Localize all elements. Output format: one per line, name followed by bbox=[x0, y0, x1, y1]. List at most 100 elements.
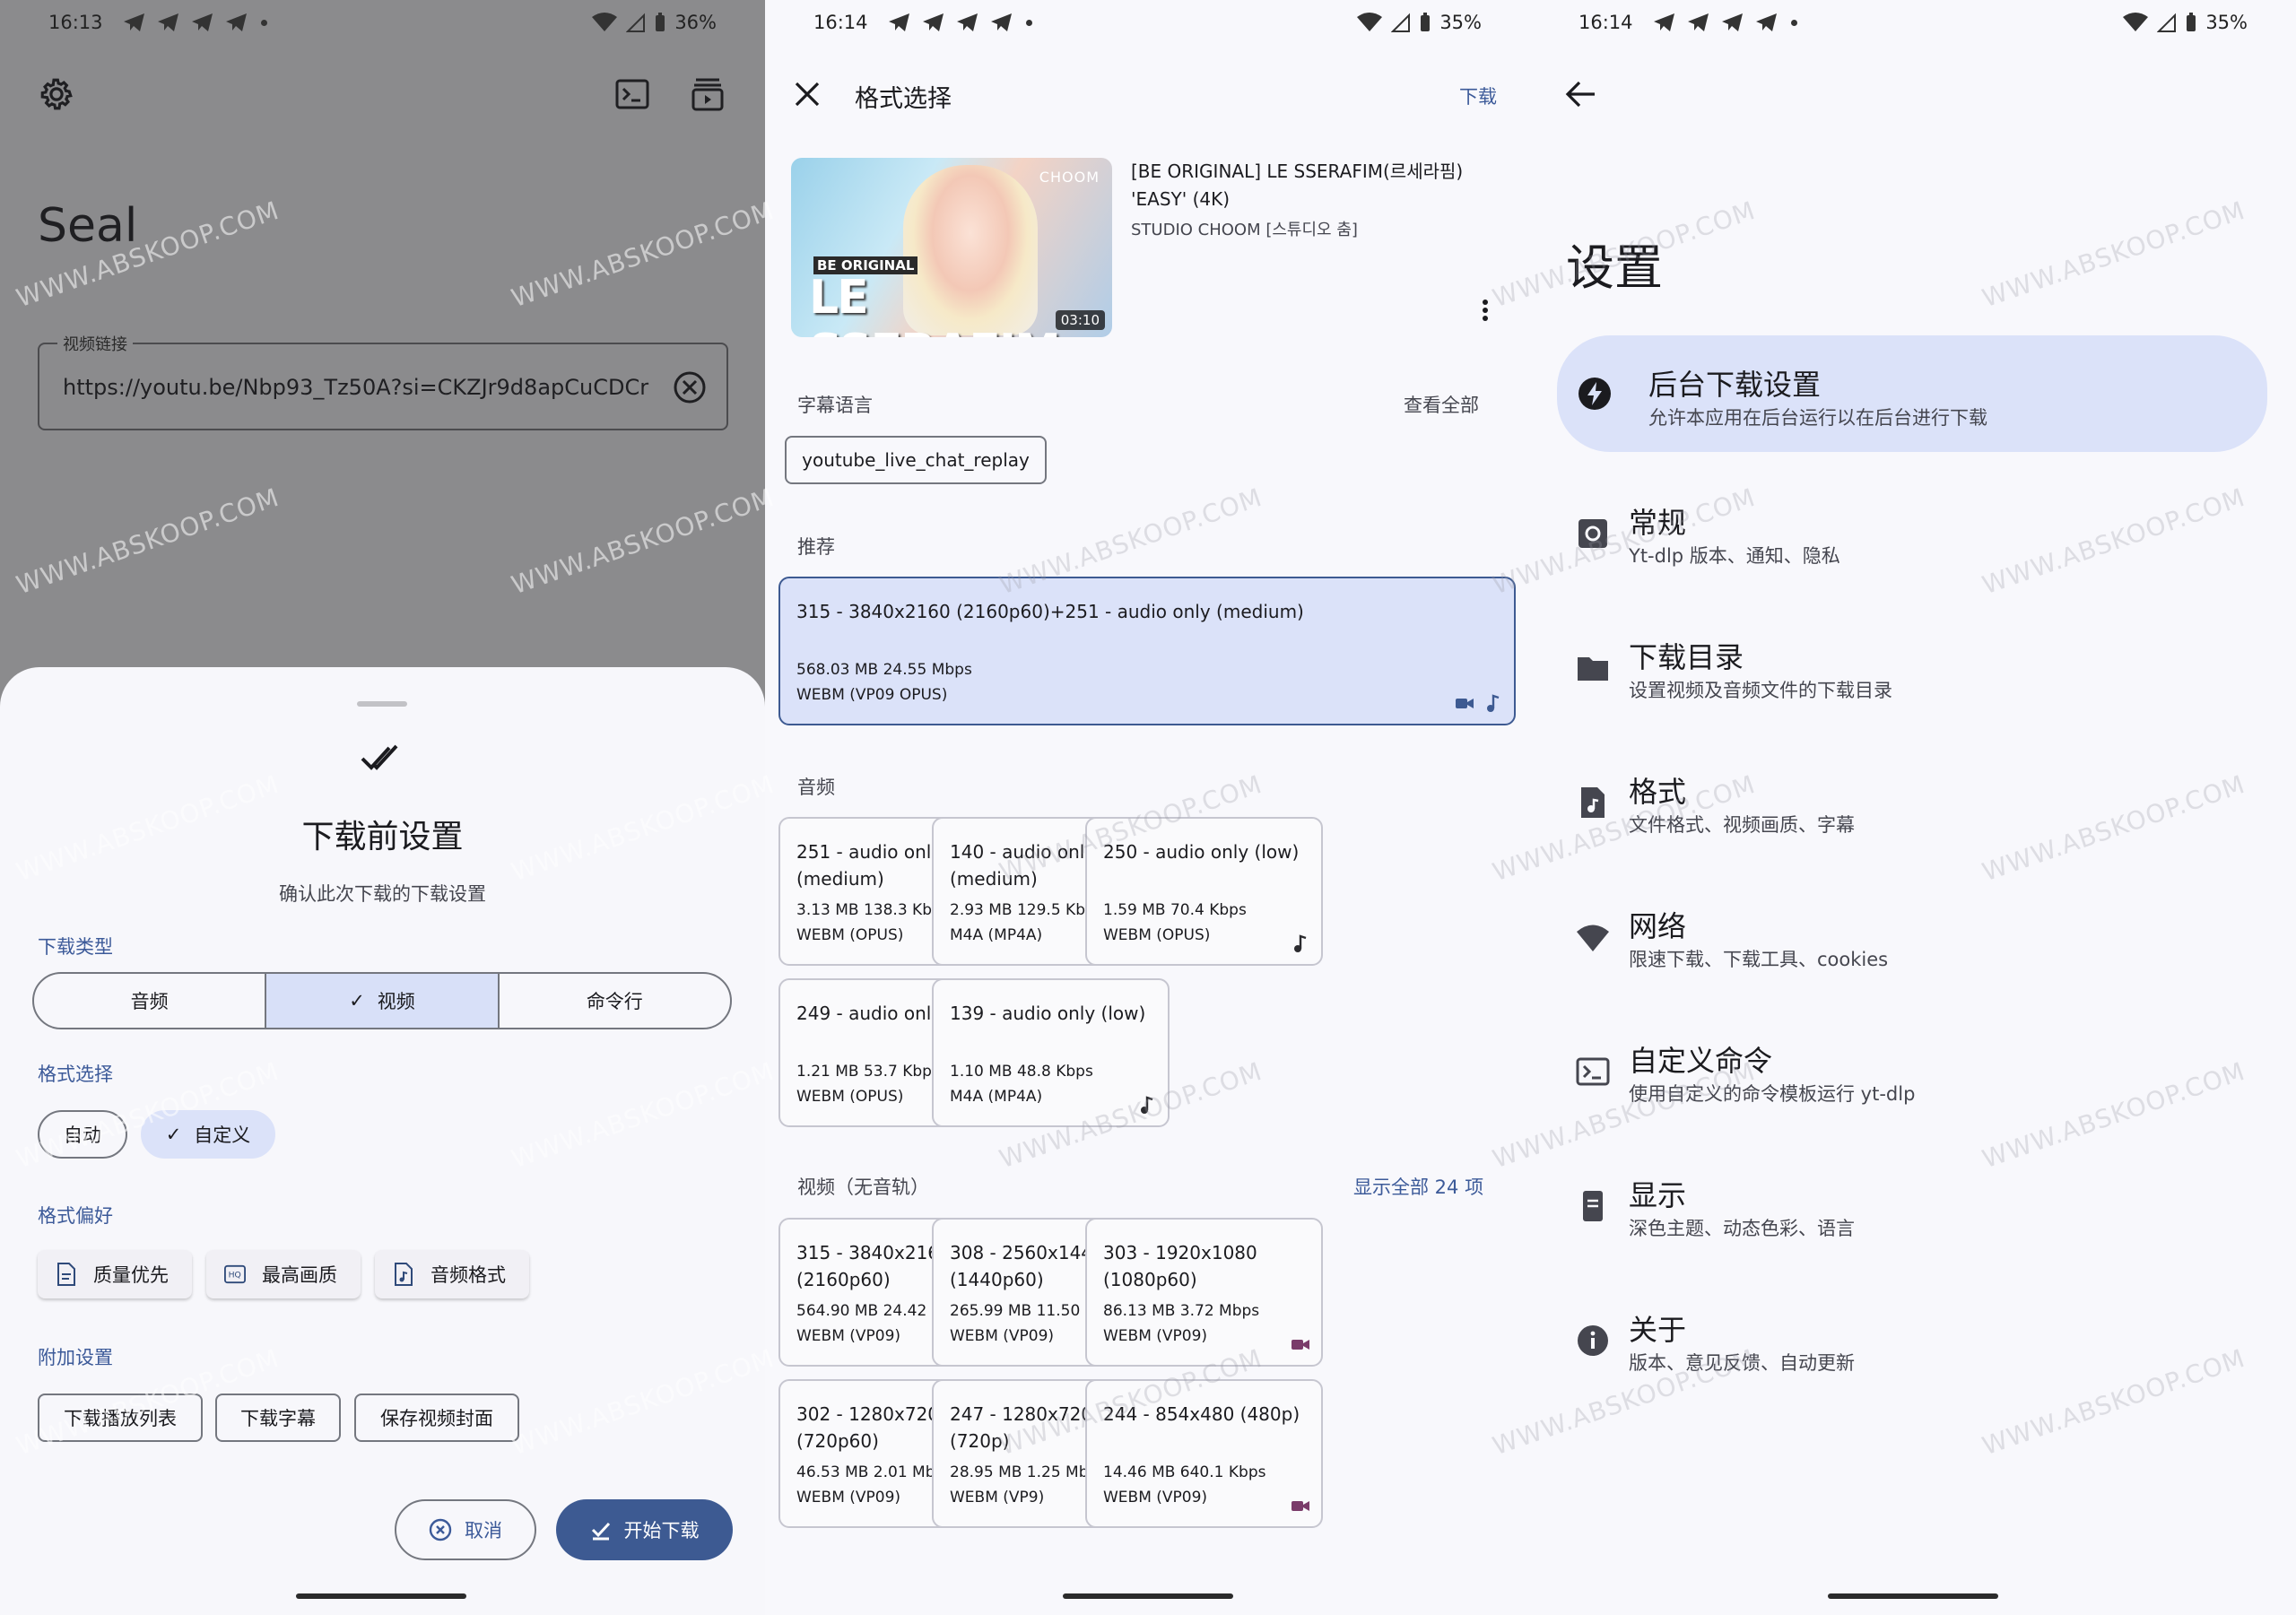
audio-format-chip[interactable]: 音频格式 bbox=[375, 1250, 529, 1298]
url-value[interactable]: https://youtu.be/Nbp93_Tz50A?si=CKZJr9d8… bbox=[63, 375, 648, 400]
format-title: 303 - 1920x1080 (1080p60) bbox=[1103, 1242, 1257, 1290]
settings-item[interactable]: 下载目录 设置视频及音频文件的下载目录 bbox=[1566, 615, 2264, 721]
close-icon[interactable] bbox=[792, 79, 822, 109]
telegram-notification-icons bbox=[888, 13, 1013, 32]
format-codec: WEBM (VP09 OPUS) bbox=[796, 686, 948, 704]
download-playlist-chip[interactable]: 下载播放列表 bbox=[38, 1394, 203, 1442]
settings-item-description: 版本、意见反馈、自动更新 bbox=[1629, 1352, 1855, 1374]
status-time: 16:13 bbox=[48, 12, 103, 33]
settings-item-description: 深色主题、动态色彩、语言 bbox=[1629, 1218, 1855, 1239]
more-vert-icon[interactable] bbox=[1480, 299, 1491, 322]
settings-item-title: 关于 bbox=[1629, 1313, 1687, 1347]
home-screen: 16:13 36% Seal 视频链接 https://youtu.be/Nbp… bbox=[0, 0, 765, 1615]
start-download-button[interactable]: 开始下载 bbox=[556, 1499, 733, 1560]
sheet-title: 下载前设置 bbox=[301, 819, 464, 855]
wifi-status-icon bbox=[1357, 13, 1383, 31]
terminal-icon bbox=[1575, 1054, 1611, 1090]
show-all-link[interactable]: 显示全部 24 项 bbox=[1353, 1173, 1483, 1200]
format-title: 139 - audio only (low) bbox=[950, 1003, 1146, 1024]
download-subtitles-chip[interactable]: 下载字幕 bbox=[215, 1394, 341, 1442]
battery-level: 35% bbox=[1439, 12, 1482, 33]
app-title: Seal bbox=[38, 199, 138, 253]
format-type-icons bbox=[1291, 1334, 1310, 1354]
format-codec: WEBM (OPUS) bbox=[796, 1088, 904, 1106]
video-author: STUDIO CHOOM [스튜디오 춤] bbox=[1131, 221, 1358, 239]
format-title: 315 - 3840x2160 (2160p60)+251 - audio on… bbox=[796, 601, 1304, 622]
save-thumbnail-chip[interactable]: 保存视频封面 bbox=[354, 1394, 519, 1442]
settings-item[interactable]: 关于版本、意见反馈、自动更新 bbox=[1566, 1288, 2264, 1394]
terminal-icon[interactable] bbox=[615, 79, 649, 109]
pre-download-sheet: 下载前设置 确认此次下载的下载设置 下载类型 音频 ✓ 视频 命令行 格式选择 自… bbox=[0, 667, 765, 1615]
format-type-icons bbox=[1455, 693, 1503, 713]
format-auto-chip[interactable]: 自动 bbox=[38, 1110, 127, 1159]
videocam-icon bbox=[1292, 1340, 1309, 1350]
type-video-label: 视频 bbox=[377, 991, 415, 1012]
video-format-card[interactable]: 244 - 854x480 (480p) 14.46 MB 640.1 Kbps W… bbox=[1085, 1379, 1323, 1528]
format-selection-screen: 16:14 35% 格式选择 下载 CHOOM BE ORIGINAL LE S… bbox=[765, 0, 1530, 1615]
arrow-back-icon[interactable] bbox=[1564, 79, 1596, 109]
clear-icon[interactable] bbox=[673, 370, 707, 404]
status-bar: 16:14 35% bbox=[765, 0, 1530, 45]
music-note-icon bbox=[1294, 934, 1307, 952]
best-quality-label: 最高画质 bbox=[262, 1264, 337, 1286]
hq-icon: HQ bbox=[224, 1264, 246, 1284]
download-queue-icon[interactable] bbox=[691, 77, 725, 111]
format-codec: WEBM (VP09) bbox=[1103, 1327, 1208, 1345]
status-bar: 16:13 36% bbox=[0, 0, 765, 45]
download-type-label: 下载类型 bbox=[38, 936, 113, 958]
audio-file-icon bbox=[395, 1263, 413, 1286]
extra-settings-label: 附加设置 bbox=[38, 1347, 113, 1368]
document-icon bbox=[57, 1263, 75, 1286]
format-pref-label: 格式偏好 bbox=[38, 1205, 113, 1227]
settings-item-description: 限速下载、下载工具、cookies bbox=[1629, 949, 1889, 970]
format-size: 14.46 MB 640.1 Kbps bbox=[1103, 1463, 1266, 1481]
battery-icon bbox=[2187, 13, 2196, 31]
videocam-icon bbox=[1456, 699, 1474, 708]
page-title: 设置 bbox=[1566, 239, 1663, 296]
type-command-option[interactable]: 命令行 bbox=[500, 974, 730, 1028]
format-custom-chip[interactable]: ✓ 自定义 bbox=[141, 1110, 275, 1159]
settings-item[interactable]: 常规 Yt-dlp 版本、通知、隐私 bbox=[1566, 481, 2264, 586]
status-right: 35% bbox=[1357, 12, 1482, 33]
settings-item[interactable]: 自定义命令 使用自定义的命令模板运行 yt-dlp bbox=[1566, 1019, 2264, 1124]
cancel-button[interactable]: 取消 bbox=[395, 1499, 536, 1560]
recommended-format-card[interactable]: 315 - 3840x2160 (2160p60)+251 - audio on… bbox=[778, 577, 1516, 725]
start-download-label: 开始下载 bbox=[623, 1520, 700, 1541]
signal-icon bbox=[1391, 13, 1411, 32]
quality-first-label: 质量优先 bbox=[93, 1264, 169, 1286]
download-type-segmented: 音频 ✓ 视频 命令行 bbox=[32, 972, 732, 1029]
format-size: 46.53 MB 2.01 Mbps bbox=[796, 1463, 953, 1481]
settings-item[interactable]: 显示深色主题、动态色彩、语言 bbox=[1566, 1153, 2264, 1259]
video-thumbnail[interactable]: CHOOM BE ORIGINAL LE SSERAFIM 03:10 bbox=[791, 158, 1112, 337]
format-size: 2.93 MB 129.5 Kbps bbox=[950, 901, 1103, 919]
format-size: 1.59 MB 70.4 Kbps bbox=[1103, 901, 1247, 919]
settings-item[interactable]: 后台下载设置 允许本应用在后台运行以在后台进行下载 bbox=[1557, 335, 2267, 452]
battery-icon bbox=[1421, 13, 1431, 31]
drag-handle[interactable] bbox=[357, 701, 407, 707]
best-quality-chip[interactable]: HQ 最高画质 bbox=[206, 1250, 361, 1298]
settings-item-description: 使用自定义的命令模板运行 yt-dlp bbox=[1629, 1083, 1916, 1105]
format-custom-label: 自定义 bbox=[194, 1124, 251, 1146]
format-type-icons bbox=[1291, 1496, 1310, 1515]
settings-item[interactable]: 网络 限速下载、下载工具、cookies bbox=[1566, 884, 2264, 990]
video-format-card[interactable]: 303 - 1920x1080 (1080p60) 86.13 MB 3.72 M… bbox=[1085, 1218, 1323, 1367]
audio-format-card[interactable]: 139 - audio only (low) 1.10 MB 48.8 Kbps M… bbox=[932, 978, 1170, 1127]
type-video-option[interactable]: ✓ 视频 bbox=[266, 974, 500, 1028]
view-all-link[interactable]: 查看全部 bbox=[1404, 391, 1479, 418]
download-action[interactable]: 下载 bbox=[1459, 82, 1497, 109]
video-url-input[interactable]: 视频链接 https://youtu.be/Nbp93_Tz50A?si=CKZ… bbox=[38, 332, 728, 430]
subtitle-chip[interactable]: youtube_live_chat_replay bbox=[785, 436, 1047, 484]
quality-first-chip[interactable]: 质量优先 bbox=[38, 1250, 192, 1298]
format-codec: WEBM (VP09) bbox=[796, 1327, 901, 1345]
check-icon: ✓ bbox=[349, 990, 365, 1012]
settings-item[interactable]: 格式 文件格式、视频画质、字幕 bbox=[1566, 750, 2264, 855]
audio-format-card[interactable]: 250 - audio only (low) 1.59 MB 70.4 Kbps W… bbox=[1085, 817, 1323, 966]
settings-screen: 16:14 35% 设置 后台下载设置 允许本应用在后台运行以在后台进行下载 常规 Y… bbox=[1530, 0, 2296, 1615]
type-audio-option[interactable]: 音频 bbox=[34, 974, 267, 1028]
settings-item-title: 显示 bbox=[1629, 1178, 1687, 1212]
settings-gear-icon[interactable] bbox=[38, 75, 75, 113]
battery-level: 35% bbox=[2205, 12, 2248, 33]
gesture-bar bbox=[1063, 1593, 1233, 1599]
info-icon bbox=[1575, 1323, 1611, 1359]
video-title: [BE ORIGINAL] LE SSERAFIM(르세라핌) 'EASY' (… bbox=[1131, 161, 1464, 210]
